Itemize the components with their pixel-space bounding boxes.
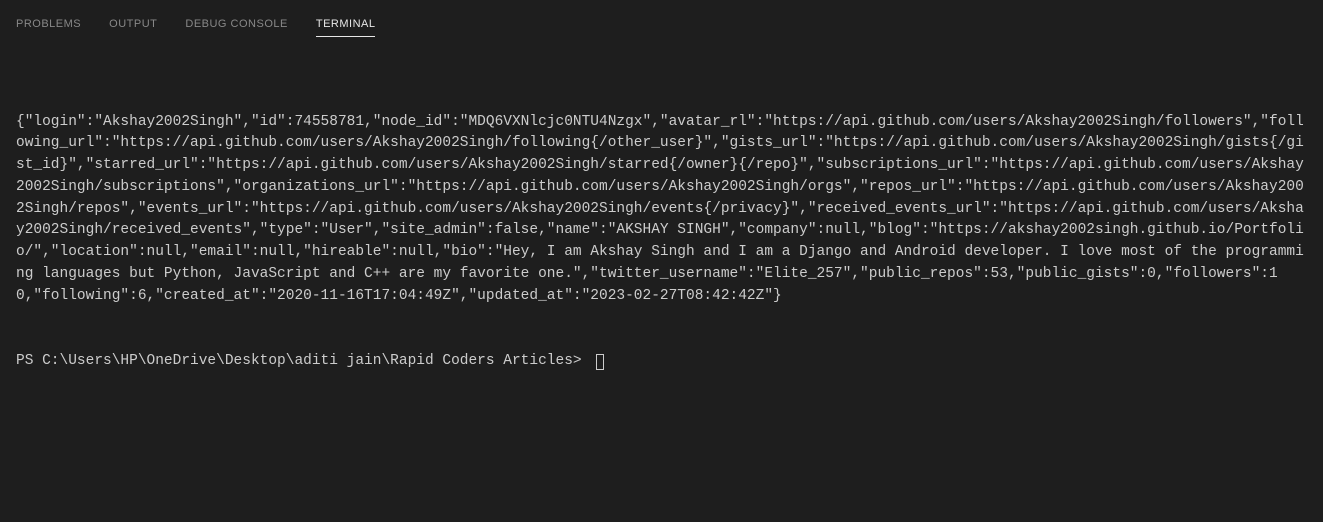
terminal-output: {"login":"Akshay2002Singh","id":74558781… [16,112,1307,308]
terminal-prompt-line: PS C:\Users\HP\OneDrive\Desktop\aditi ja… [16,351,1307,373]
terminal-panel[interactable]: {"login":"Akshay2002Singh","id":74558781… [0,40,1323,410]
terminal-prompt: PS C:\Users\HP\OneDrive\Desktop\aditi ja… [16,351,590,373]
panel-tabs: PROBLEMS OUTPUT DEBUG CONSOLE TERMINAL [0,0,1323,40]
tab-terminal[interactable]: TERMINAL [316,12,376,37]
terminal-cursor [596,354,604,370]
tab-output[interactable]: OUTPUT [109,12,157,37]
tab-problems[interactable]: PROBLEMS [16,12,81,37]
tab-debug-console[interactable]: DEBUG CONSOLE [185,12,287,37]
